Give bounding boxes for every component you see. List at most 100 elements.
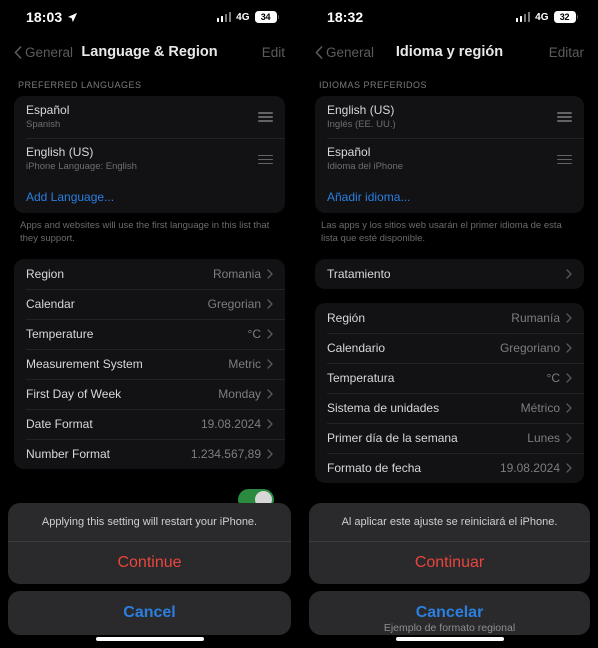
cancel-button[interactable]: Cancel — [8, 591, 291, 636]
language-subtitle: Inglés (EE. UU.) — [327, 119, 396, 130]
settings-row-temperature[interactable]: Temperature °C — [14, 319, 285, 349]
battery-level-label: 32 — [553, 11, 576, 23]
location-arrow-icon — [68, 12, 78, 22]
settings-row-number-format[interactable]: Number Format 1.234.567,89 — [14, 439, 285, 469]
row-label: Date Format — [26, 417, 93, 432]
settings-row-date-format[interactable]: Date Format 19.08.2024 — [14, 409, 285, 439]
row-value: Monday — [218, 387, 261, 402]
language-list-item[interactable]: English (US) iPhone Language: English — [14, 138, 285, 180]
reorder-handle-icon[interactable] — [258, 154, 273, 165]
row-label: Formato de fecha — [327, 461, 422, 476]
row-label: Tratamiento — [327, 267, 391, 282]
language-name: Español — [327, 145, 371, 160]
row-label: Región — [327, 311, 366, 326]
settings-row-region[interactable]: Region Romania — [14, 259, 285, 289]
chevron-right-icon — [267, 329, 273, 339]
language-name: English (US) — [327, 103, 395, 117]
action-sheet: Al aplicar este ajuste se reiniciará el … — [309, 503, 590, 636]
row-label: Region — [26, 267, 65, 282]
chevron-right-icon — [566, 313, 572, 323]
chevron-left-icon — [315, 45, 323, 59]
row-value: Lunes — [527, 431, 560, 446]
continue-button[interactable]: Continuar — [309, 542, 590, 584]
settings-row-date-format[interactable]: Formato de fecha 19.08.2024 — [315, 453, 584, 483]
chevron-right-icon — [566, 463, 572, 473]
edit-button[interactable]: Edit — [262, 45, 285, 60]
chevron-right-icon — [267, 389, 273, 399]
languages-footnote: Apps and websites will use the first lan… — [20, 219, 270, 244]
action-sheet-card: Al aplicar este ajuste se reiniciará el … — [309, 503, 590, 585]
reorder-handle-icon[interactable] — [258, 112, 273, 123]
row-value: Rumanía — [511, 311, 560, 326]
reorder-handle-icon[interactable] — [557, 112, 572, 123]
preferred-languages-card: Español Spanish English (US) iPhone Lang… — [14, 96, 285, 213]
network-type-label: 4G — [535, 11, 549, 23]
battery-icon: 34 — [254, 11, 279, 23]
region-settings-card: Región Rumanía Calendario Gregoriano Tem… — [315, 303, 584, 484]
status-bar-right: 4G 32 — [515, 11, 578, 23]
preferred-languages-header: PREFERRED LANGUAGES — [18, 80, 142, 90]
languages-footnote: Las apps y los sitios web usarán el prim… — [321, 219, 562, 244]
settings-row-temperature[interactable]: Temperatura °C — [315, 363, 584, 393]
row-value: °C — [546, 371, 560, 386]
row-label: Calendario — [327, 341, 386, 356]
settings-row-calendar[interactable]: Calendar Gregorian — [14, 289, 285, 319]
chevron-left-icon — [14, 45, 22, 59]
back-button-label: General — [25, 44, 74, 60]
settings-row-region[interactable]: Región Rumanía — [315, 303, 584, 333]
chevron-right-icon — [267, 299, 273, 309]
action-sheet-message: Al aplicar este ajuste se reiniciará el … — [309, 503, 590, 543]
action-sheet-card: Applying this setting will restart your … — [8, 503, 291, 585]
language-list-item[interactable]: Español Spanish — [14, 96, 285, 138]
cellular-signal-icon — [515, 12, 531, 22]
navigation-bar: General Idioma y región Editar — [301, 34, 598, 70]
battery-icon: 32 — [553, 11, 578, 23]
navigation-bar: General Language & Region Edit — [0, 34, 299, 70]
back-button[interactable]: General — [14, 45, 73, 60]
add-language-button[interactable]: Añadir idioma... — [315, 181, 584, 213]
language-list-item[interactable]: Español Idioma del iPhone — [315, 138, 584, 180]
row-value: Gregorian — [207, 297, 261, 312]
reorder-handle-icon[interactable] — [557, 154, 572, 165]
chevron-right-icon — [566, 269, 572, 279]
language-subtitle: Idioma del iPhone — [327, 161, 404, 173]
treatment-card: Tratamiento — [315, 259, 584, 290]
home-indicator — [95, 637, 204, 641]
row-value: Métrico — [520, 401, 560, 416]
row-label: Temperatura — [327, 371, 395, 386]
phone-screen-english: 18:03 4G 34 General Language & Region Ed… — [0, 0, 299, 648]
language-list-item[interactable]: English (US) Inglés (EE. UU.) — [315, 96, 584, 138]
row-label: Measurement System — [26, 357, 143, 372]
settings-row-first-day-of-week[interactable]: First Day of Week Monday — [14, 379, 285, 409]
settings-row-treatment[interactable]: Tratamiento — [315, 259, 584, 289]
chevron-right-icon — [566, 403, 572, 413]
chevron-right-icon — [566, 343, 572, 353]
home-indicator — [395, 637, 504, 641]
language-name: Español — [26, 103, 70, 117]
region-settings-card: Region Romania Calendar Gregorian Temper… — [14, 259, 285, 470]
row-value: Metric — [228, 357, 261, 372]
chevron-right-icon — [267, 419, 273, 429]
back-button[interactable]: General — [315, 45, 374, 60]
settings-content: IDIOMAS PREFERIDOS English (US) Inglés (… — [301, 70, 598, 484]
settings-row-measurement-system[interactable]: Measurement System Metric — [14, 349, 285, 379]
continue-button[interactable]: Continue — [8, 542, 291, 584]
network-type-label: 4G — [236, 11, 250, 23]
settings-row-first-day-of-week[interactable]: Primer día de la semana Lunes — [315, 423, 584, 453]
regional-format-example-label: Ejemplo de formato regional — [383, 622, 516, 634]
phone-screen-spanish: 18:32 4G 32 General Idioma y región Edit… — [299, 0, 598, 648]
row-label: Primer día de la semana — [327, 431, 458, 446]
language-name: English (US) — [26, 145, 94, 160]
status-bar-left: 18:03 — [26, 9, 78, 25]
chevron-right-icon — [566, 373, 572, 383]
settings-row-calendar[interactable]: Calendario Gregoriano — [315, 333, 584, 363]
language-subtitle: Spanish — [26, 119, 61, 130]
add-language-button[interactable]: Add Language... — [14, 181, 285, 213]
edit-button[interactable]: Editar — [549, 45, 584, 60]
settings-row-measurement-system[interactable]: Sistema de unidades Métrico — [315, 393, 584, 423]
status-bar-right: 4G 34 — [216, 11, 279, 23]
action-sheet: Applying this setting will restart your … — [8, 503, 291, 636]
chevron-right-icon — [566, 433, 572, 443]
row-value: 19.08.2024 — [200, 417, 261, 432]
status-bar: 18:32 4G 32 — [301, 0, 598, 34]
